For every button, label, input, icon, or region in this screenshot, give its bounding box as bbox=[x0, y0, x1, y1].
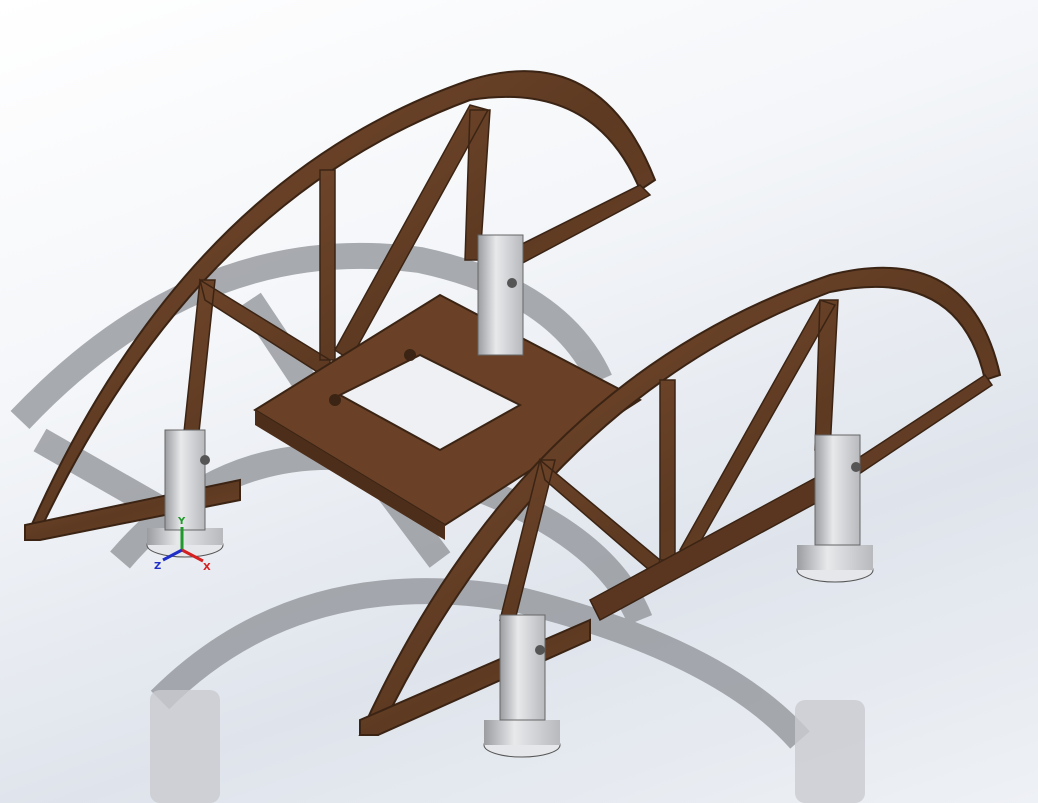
triad-y-label: Y bbox=[177, 516, 186, 527]
post-front-left bbox=[483, 614, 561, 758]
triad-x-label: X bbox=[203, 562, 211, 573]
post-back-right bbox=[477, 234, 524, 356]
graphics-viewport[interactable]: Y X Z bbox=[0, 0, 1038, 803]
model-render: Y X Z bbox=[10, 70, 1002, 803]
triad-z-label: Z bbox=[154, 561, 161, 572]
